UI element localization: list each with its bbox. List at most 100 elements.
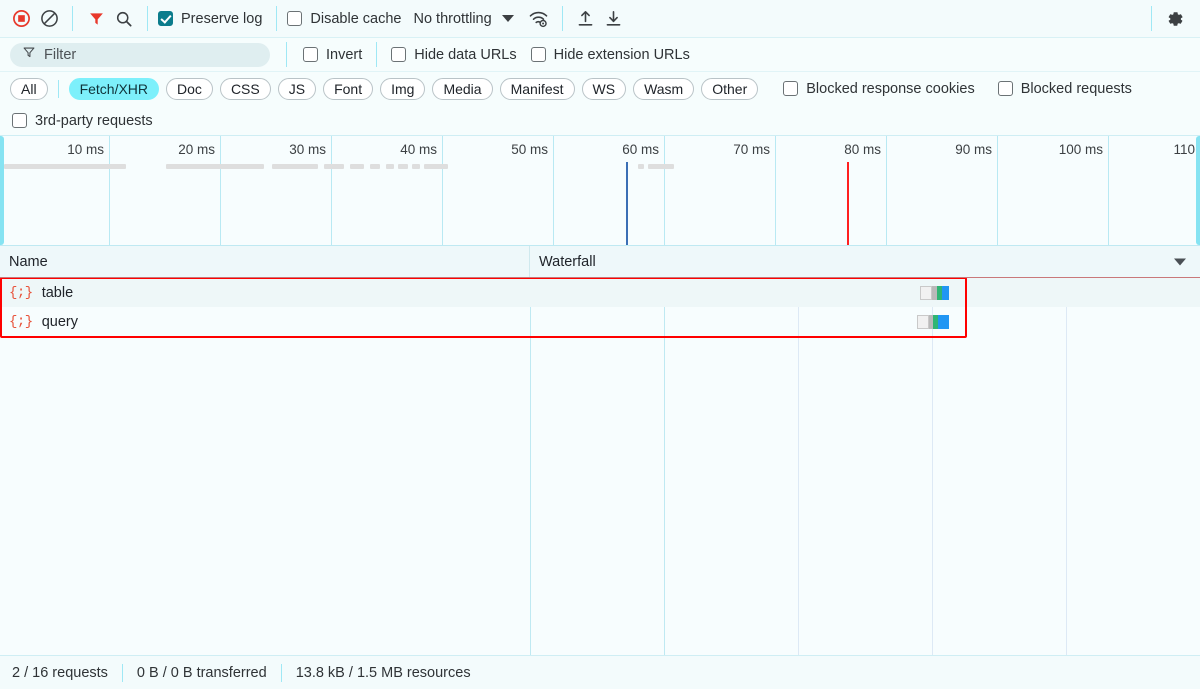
overview-tick-label: 40 ms [400, 142, 437, 157]
overview-tick-label: 80 ms [844, 142, 881, 157]
blocked-response-cookies-box[interactable] [783, 81, 799, 96]
network-toolbar: Preserve log Disable cache No throttling [0, 0, 1200, 38]
overview-chunk [638, 164, 644, 169]
dom-content-loaded-marker [626, 162, 628, 245]
overview-chunk [398, 164, 408, 169]
third-party-requests-box[interactable] [12, 113, 27, 128]
request-name-cell[interactable]: {;} table [0, 285, 530, 301]
overview-tick-label: 70 ms [733, 142, 770, 157]
chip-media[interactable]: Media [432, 77, 493, 100]
overview-tick-50ms: 50 ms [443, 136, 554, 245]
waterfall-bar[interactable] [917, 314, 949, 329]
throttling-value: No throttling [413, 10, 492, 27]
blocked-response-cookies-checkbox[interactable]: Blocked response cookies [783, 81, 975, 97]
json-icon: {;} [9, 284, 33, 301]
table-row[interactable]: {;} query [0, 307, 1200, 336]
invert-checkbox[interactable]: Invert [303, 47, 362, 63]
overview-tick-label: 90 ms [955, 142, 992, 157]
chip-font[interactable]: Font [323, 77, 374, 100]
overview-tick-label: 30 ms [289, 142, 326, 157]
preserve-log-label: Preserve log [181, 10, 263, 27]
overview-selection-handle-left[interactable] [0, 136, 4, 245]
overview-selection-handle-right[interactable] [1196, 136, 1200, 245]
third-party-requests-checkbox[interactable]: 3rd-party requests [12, 113, 153, 129]
network-status-bar: 2 / 16 requests 0 B / 0 B transferred 13… [0, 655, 1200, 689]
search-input[interactable]: Filter [10, 42, 270, 67]
preserve-log-checkbox[interactable]: Preserve log [158, 11, 262, 27]
network-conditions-icon[interactable] [526, 6, 552, 32]
overview-tick-100ms: 100 ms [998, 136, 1109, 245]
overview-tick-label: 110 [1173, 142, 1195, 157]
toolbar-divider-5 [1151, 6, 1152, 31]
disable-cache-box[interactable] [287, 11, 303, 26]
status-requests: 2 / 16 requests [12, 664, 108, 681]
search-input-placeholder: Filter [44, 46, 77, 63]
hide-extension-urls-label: Hide extension URLs [553, 46, 690, 63]
clear-icon[interactable] [36, 6, 62, 32]
status-transferred: 0 B / 0 B transferred [136, 664, 267, 681]
chip-fetch-xhr[interactable]: Fetch/XHR [68, 77, 160, 100]
blocked-requests-checkbox[interactable]: Blocked requests [997, 80, 1132, 97]
disable-cache-checkbox[interactable]: Disable cache [287, 11, 401, 27]
chip-js[interactable]: JS [277, 77, 317, 100]
network-panel: Preserve log Disable cache No throttling [0, 0, 1200, 689]
requests-table-body[interactable]: {;} table {;} query [0, 278, 1200, 655]
chip-wasm[interactable]: Wasm [633, 77, 695, 100]
load-event-marker [847, 162, 849, 245]
blocked-requests-label: Blocked requests [1020, 80, 1132, 97]
toolbar-divider-1 [72, 6, 73, 31]
network-overview[interactable]: 10 ms 20 ms 30 ms 40 ms 50 ms 60 ms 70 m… [0, 136, 1200, 246]
hide-data-urls-box[interactable] [391, 47, 407, 62]
overview-tick-label: 100 ms [1058, 142, 1103, 157]
request-name: query [41, 313, 78, 330]
waterfall-segment-download [942, 285, 949, 300]
waterfall-segment-stalled [917, 314, 929, 329]
overview-tick-20ms: 20 ms [110, 136, 221, 245]
waterfall-segment-stalled [920, 285, 932, 300]
chevron-down-icon[interactable] [1174, 258, 1186, 265]
chip-manifest[interactable]: Manifest [499, 77, 575, 100]
chip-other[interactable]: Other [701, 77, 759, 100]
filterbar-divider-1 [376, 42, 378, 67]
overview-chunk [424, 164, 448, 169]
overview-chunk [324, 164, 344, 169]
import-har-icon[interactable] [573, 6, 599, 32]
hide-extension-urls-checkbox[interactable]: Hide extension URLs [530, 46, 690, 63]
chip-all[interactable]: All [10, 77, 48, 100]
overview-chunk [4, 164, 126, 169]
chip-css[interactable]: CSS [219, 77, 271, 100]
gear-icon[interactable] [1162, 6, 1188, 32]
json-icon: {;} [9, 313, 33, 330]
third-party-filter-bar: 3rd-party requests [0, 106, 1200, 136]
toolbar-divider-4 [561, 6, 563, 31]
hide-extension-urls-box[interactable] [530, 47, 546, 62]
throttling-select[interactable]: No throttling [411, 9, 515, 29]
export-har-icon[interactable] [601, 6, 627, 32]
record-stop-icon[interactable] [8, 6, 34, 32]
chip-ws[interactable]: WS [581, 77, 627, 100]
funnel-icon [22, 45, 36, 64]
blocked-requests-box[interactable] [997, 81, 1013, 96]
overview-tick-90ms: 90 ms [887, 136, 998, 245]
overview-tick-40ms: 40 ms [332, 136, 443, 245]
search-icon[interactable] [111, 6, 137, 32]
chip-img[interactable]: Img [380, 77, 426, 100]
request-name-cell[interactable]: {;} query [0, 314, 530, 330]
waterfall-segment-download [938, 314, 949, 329]
chip-doc[interactable]: Doc [166, 77, 213, 100]
filter-icon[interactable] [83, 6, 109, 32]
resource-type-filters: All Fetch/XHR Doc CSS JS Font Img Media … [0, 72, 1200, 106]
invert-box[interactable] [303, 47, 318, 62]
overview-tick-60ms: 60 ms [554, 136, 665, 245]
preserve-log-box[interactable] [158, 11, 173, 26]
table-row[interactable]: {;} table [0, 278, 1200, 307]
chipbar-divider [57, 79, 59, 98]
column-header-waterfall[interactable]: Waterfall [530, 246, 1200, 277]
toolbar-divider-2 [147, 6, 148, 31]
overview-chunk [350, 164, 364, 169]
overview-tick-70ms: 70 ms [665, 136, 776, 245]
hide-data-urls-checkbox[interactable]: Hide data URLs [391, 47, 517, 63]
waterfall-bar[interactable] [920, 285, 949, 300]
filter-bar: Filter Invert Hide data URLs Hide extens… [0, 38, 1200, 72]
column-header-name[interactable]: Name [0, 246, 530, 277]
